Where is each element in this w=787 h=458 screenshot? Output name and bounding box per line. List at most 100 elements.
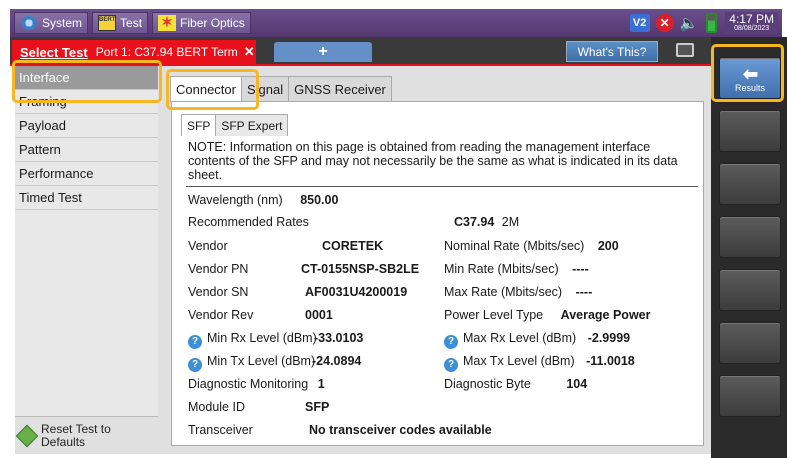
results-label: Results: [734, 83, 765, 93]
sidebar-item-payload[interactable]: Payload: [15, 114, 158, 138]
softkey-4[interactable]: [719, 216, 781, 258]
help-icon[interactable]: ?: [188, 335, 202, 349]
test-label: Test: [120, 16, 143, 30]
diag-byte-label: Diagnostic Byte: [444, 377, 531, 391]
divider: [186, 186, 698, 187]
sidebar-item-timed-test[interactable]: Timed Test: [15, 186, 158, 210]
select-test-label[interactable]: Select Test: [20, 46, 88, 59]
system-label: System: [42, 16, 83, 30]
subtab-sfp-expert[interactable]: SFP Expert: [215, 114, 289, 136]
clock-date: 08/08/2023: [734, 25, 770, 32]
fiber-optics-label: Fiber Optics: [180, 16, 245, 30]
sidebar: Interface Framing Payload Pattern Perfor…: [15, 66, 158, 454]
v2-icon[interactable]: V2: [629, 14, 650, 32]
recommended-rates-label: Recommended Rates: [188, 215, 309, 229]
max-rx-value: -2.9999: [587, 331, 631, 345]
tab-signal[interactable]: Signal: [240, 76, 290, 102]
close-icon[interactable]: ✕: [244, 44, 255, 60]
reset-label-line2: Defaults: [41, 434, 86, 449]
max-rx-label: Max Rx Level (dBm): [463, 331, 577, 345]
softkey-5[interactable]: [719, 269, 781, 311]
reset-icon: [15, 424, 39, 447]
clock-time: 4:17 PM: [729, 12, 774, 26]
diag-monitoring-label: Diagnostic Monitoring: [188, 377, 309, 391]
vendor-sn-value: AF0031U4200019: [305, 285, 408, 299]
max-rate-value: ----: [575, 285, 593, 299]
power-level-row: Power Level Type Average Power: [444, 308, 650, 322]
sfp-note: NOTE: Information on this page is obtain…: [188, 140, 678, 182]
clock: 4:17 PM 08/08/2023: [725, 12, 778, 34]
min-rate-value: ----: [572, 262, 589, 276]
sidebar-item-interface[interactable]: Interface: [15, 66, 158, 90]
test-tab-row: Select Test Port 1: C37.94 BERT Term ✕ +…: [10, 37, 711, 64]
vendor-pn-label: Vendor PN: [188, 262, 249, 276]
power-level-value: Average Power: [560, 308, 651, 322]
port-tab-label: Port 1: C37.94 BERT Term: [95, 45, 238, 59]
tab-gnss-receiver[interactable]: GNSS Receiver: [288, 76, 392, 102]
subtab-sfp[interactable]: SFP: [181, 114, 217, 136]
tab-connector[interactable]: Connector: [170, 76, 242, 102]
vendor-pn-value: CT-0155NSP-SB2LE: [301, 262, 420, 276]
reset-label-line1: Reset Test to: [41, 421, 111, 436]
max-tx-value: -11.0018: [586, 354, 635, 368]
results-button[interactable]: ⬅ Results: [719, 57, 781, 99]
nominal-rate-row: Nominal Rate (Mbits/sec) 200: [444, 239, 619, 253]
battery-icon: [706, 13, 718, 33]
module-id-label: Module ID: [188, 400, 245, 414]
min-rx-row: ? Min Rx Level (dBm): [188, 331, 317, 349]
fiber-optics-icon: ✶: [158, 15, 177, 31]
min-rate-label: Min Rate (Mbits/sec): [444, 262, 559, 276]
right-softkey-panel: ⬅ Results: [711, 37, 787, 458]
min-rx-label: Min Rx Level (dBm): [207, 331, 317, 345]
diag-byte-row: Diagnostic Byte 104: [444, 377, 587, 391]
min-tx-row: ? Min Tx Level (dBm): [188, 354, 315, 372]
max-rate-label: Max Rate (Mbits/sec): [444, 285, 563, 299]
back-arrow-icon: ⬅: [743, 64, 759, 84]
softkey-6[interactable]: [719, 322, 781, 364]
power-level-label: Power Level Type: [444, 308, 544, 322]
softkey-7[interactable]: [719, 375, 781, 417]
sidebar-item-pattern[interactable]: Pattern: [15, 138, 158, 162]
max-rx-row: ? Max Rx Level (dBm) -2.9999: [444, 331, 630, 349]
help-icon[interactable]: ?: [444, 358, 458, 372]
camera-icon[interactable]: [676, 43, 694, 57]
diag-monitoring-row: Diagnostic Monitoring 1: [188, 377, 325, 391]
main-content: Connector Signal GNSS Receiver SFP SFP E…: [158, 66, 711, 454]
transceiver-value: No transceiver codes available: [309, 423, 492, 437]
min-tx-label: Min Tx Level (dBm): [207, 354, 316, 368]
min-tx-value: -24.0894: [312, 354, 362, 368]
transceiver-label: Transceiver: [188, 423, 253, 437]
speaker-icon[interactable]: 🔈: [680, 14, 699, 32]
gear-icon: [20, 15, 38, 31]
vendor-value: CORETEK: [322, 239, 384, 253]
softkey-2[interactable]: [719, 110, 781, 152]
wavelength-label: Wavelength (nm): [188, 193, 283, 207]
alarm-x-icon[interactable]: ✕: [655, 14, 674, 32]
diag-byte-value: 104: [566, 377, 588, 391]
diag-monitoring-value: 1: [317, 377, 325, 391]
vendor-rev-label: Vendor Rev: [188, 308, 254, 322]
nominal-rate-value: 200: [597, 239, 619, 253]
nominal-rate-label: Nominal Rate (Mbits/sec): [444, 239, 585, 253]
help-icon[interactable]: ?: [444, 335, 458, 349]
sidebar-item-performance[interactable]: Performance: [15, 162, 158, 186]
system-menu-button[interactable]: System: [14, 12, 89, 34]
help-icon[interactable]: ?: [188, 358, 202, 372]
test-menu-button[interactable]: BERT Test: [92, 12, 149, 34]
reset-test-button[interactable]: Reset Test to Defaults: [15, 416, 158, 454]
wavelength-row: Wavelength (nm) 850.00: [188, 193, 338, 207]
sfp-subtabs: SFP SFP Expert: [181, 114, 289, 136]
fiber-optics-menu-button[interactable]: ✶ Fiber Optics: [152, 12, 251, 34]
port-tab[interactable]: Select Test Port 1: C37.94 BERT Term ✕: [12, 40, 256, 64]
connector-panel: SFP SFP Expert NOTE: Information on this…: [171, 101, 704, 446]
top-bar: System BERT Test ✶ Fiber Optics V2 ✕ 🔈 4…: [10, 9, 782, 37]
sidebar-item-framing[interactable]: Framing: [15, 90, 158, 114]
add-tab-button[interactable]: +: [274, 42, 372, 62]
module-id-value: SFP: [305, 400, 330, 414]
whats-this-button[interactable]: What's This?: [566, 41, 658, 62]
max-rate-row: Max Rate (Mbits/sec) ----: [444, 285, 592, 299]
softkey-3[interactable]: [719, 163, 781, 205]
vendor-sn-label: Vendor SN: [188, 285, 249, 299]
content-tabs: Connector Signal GNSS Receiver: [170, 76, 392, 102]
vendor-label: Vendor: [188, 239, 228, 253]
